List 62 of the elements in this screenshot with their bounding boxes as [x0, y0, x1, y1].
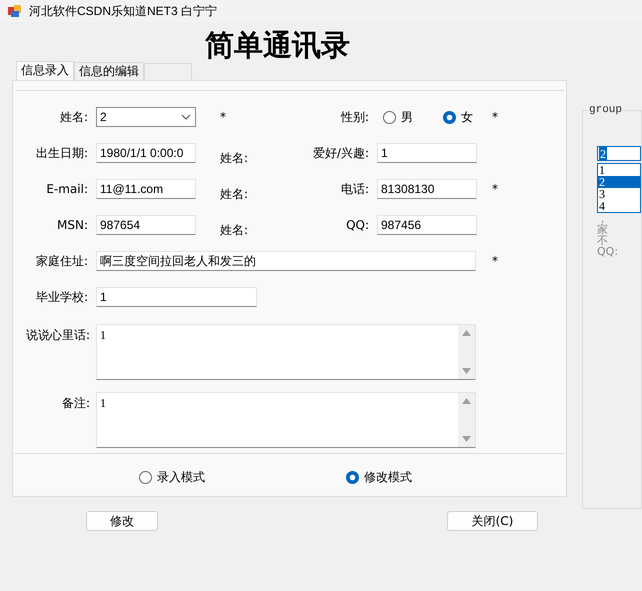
text-area[interactable]: 1	[96, 392, 476, 448]
close-button[interactable]: 关闭(C)	[447, 511, 538, 531]
field-label: 姓名:	[219, 222, 250, 238]
field-label: 性别:	[340, 108, 370, 126]
edit-button[interactable]: 修改	[86, 511, 158, 531]
scroll-down-icon[interactable]	[462, 436, 471, 442]
input-field[interactable]: 11@11.com	[96, 179, 196, 199]
scrollbar[interactable]	[458, 393, 475, 447]
field-label: E-mail:	[45, 182, 89, 196]
scrollbar[interactable]	[458, 325, 475, 379]
text-fragment: 家	[597, 224, 609, 235]
app-icon	[8, 4, 22, 18]
field-label: 说说心里话:	[24, 327, 91, 344]
field-label: 爱好/兴趣:	[312, 144, 370, 162]
radio-option[interactable]: 男	[383, 108, 443, 126]
window-title: 河北软件CSDN乐知道NET3 白宁宁	[29, 2, 218, 20]
field-label: MSN:	[56, 218, 89, 232]
input-field[interactable]: 81308130	[377, 179, 477, 199]
required-mark: *	[219, 110, 227, 124]
text-fragment: 不	[597, 235, 608, 246]
list-item[interactable]: 1	[598, 164, 640, 176]
chevron-icon	[181, 114, 191, 120]
input-field[interactable]: 啊三度空间拉回老人和发三的	[96, 251, 476, 271]
radio-option[interactable]: 录入模式	[139, 468, 346, 486]
tab[interactable]: 信息录入	[16, 61, 74, 80]
scroll-up-icon[interactable]	[462, 330, 471, 336]
field-label: 电话:	[340, 180, 370, 198]
radio-option[interactable]: 女	[443, 108, 473, 126]
scroll-down-icon[interactable]	[462, 368, 471, 374]
field-label: 家庭住址:	[34, 252, 89, 270]
required-mark: *	[491, 182, 499, 196]
form-heading: 简单通讯录	[204, 28, 351, 62]
text-fragment: QQ:	[597, 246, 620, 257]
scroll-up-icon[interactable]	[462, 398, 471, 404]
input-field[interactable]: 987456	[377, 215, 477, 235]
text-area[interactable]: 1	[96, 324, 476, 380]
field-label: 备注:	[60, 395, 91, 412]
combo-box[interactable]: 2	[96, 107, 196, 127]
radio-icon[interactable]	[139, 470, 152, 484]
radio-icon[interactable]	[443, 110, 456, 124]
combo-box[interactable]: 2	[597, 146, 641, 161]
list-item[interactable]: 4	[598, 200, 640, 212]
required-mark: *	[491, 254, 499, 268]
field-label: QQ:	[345, 218, 370, 232]
tab[interactable]: 信息的编辑	[74, 62, 144, 80]
field-label: 姓名:	[219, 150, 250, 166]
radio-option[interactable]: 修改模式	[346, 468, 412, 486]
required-mark: *	[491, 110, 499, 124]
input-field[interactable]: 987654	[96, 215, 196, 235]
list-item[interactable]: 3	[598, 188, 640, 200]
input-field[interactable]: 1	[377, 143, 477, 163]
text-fragment: ，	[597, 213, 609, 224]
input-field[interactable]: 1980/1/1 0:00:0	[96, 143, 196, 163]
field-label: 毕业学校:	[34, 288, 89, 306]
radio-icon[interactable]	[383, 110, 396, 124]
radio-icon[interactable]	[346, 470, 359, 484]
list-item[interactable]: 2	[598, 176, 640, 188]
input-field[interactable]: 1	[96, 287, 257, 307]
field-label: 姓名:	[219, 186, 250, 202]
field-label: 出生日期:	[34, 144, 89, 162]
group-title: group	[589, 104, 622, 116]
field-label: 姓名:	[58, 108, 89, 126]
